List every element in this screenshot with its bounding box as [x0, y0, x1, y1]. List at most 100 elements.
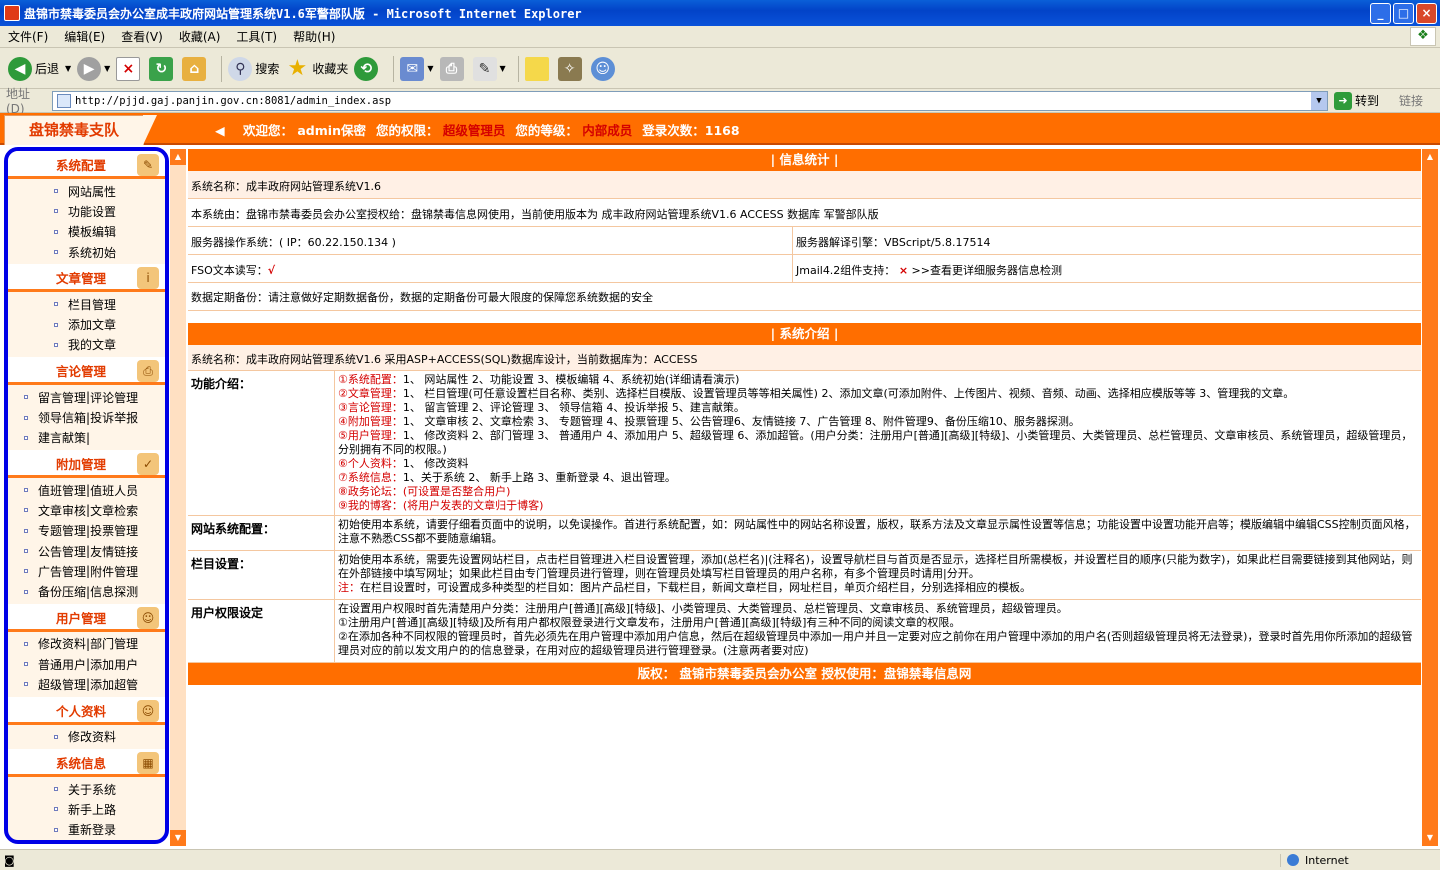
func-item-key: ②文章管理： [338, 387, 403, 400]
column-note: 在栏目设置时，可设置成多种类型的栏目如：图片产品栏目，下载栏目，新闻文章栏目，网… [360, 581, 1031, 594]
sidebar-section-header[interactable]: 个人资料 ☺ [8, 696, 165, 725]
edit-button[interactable]: ✎ ▼ [472, 56, 506, 81]
menu-edit[interactable]: 编辑(E) [56, 28, 113, 45]
sidebar-item: 添加文章 [8, 314, 165, 334]
refresh-button[interactable]: ↻ [149, 56, 176, 81]
main-scrollbar[interactable]: ▲ ▼ [1422, 149, 1438, 846]
sidebar-link[interactable]: 重新登录 [68, 821, 116, 838]
print-button[interactable]: ⎙ [439, 56, 467, 81]
sidebar-link[interactable]: 我的文章 [68, 336, 116, 353]
home-button[interactable]: ⌂ [182, 56, 209, 81]
sidebar-link[interactable]: 部门管理 [90, 635, 138, 652]
sidebar-link[interactable]: 文章检索 [90, 502, 138, 519]
sidebar-section-header[interactable]: 系统信息 ▦ [8, 748, 165, 777]
sidebar-link[interactable]: 投诉举报 [90, 409, 138, 426]
sidebar-section-header[interactable]: 文章管理 i [8, 264, 165, 293]
sidebar-item: 广告管理 | 附件管理 [8, 561, 165, 581]
scroll-up-icon[interactable]: ▲ [1422, 149, 1438, 165]
fso-label: FSO文本读写： [191, 264, 268, 277]
sidebar-link[interactable]: 领导信箱 [38, 409, 86, 426]
address-input[interactable]: http://pjjd.gaj.panjin.gov.cn:8081/admin… [52, 90, 1328, 111]
check-icon: ✓ [137, 452, 159, 475]
address-url[interactable]: http://pjjd.gaj.panjin.gov.cn:8081/admin… [75, 95, 1311, 107]
server-detail-link[interactable]: >>查看更详细服务器信息检测 [912, 264, 1062, 277]
sidebar-link[interactable]: 留言管理 [38, 389, 86, 406]
sidebar-link[interactable]: 广告管理 [38, 563, 86, 580]
sidebar-link[interactable]: 建言献策 [38, 429, 86, 446]
scroll-thumb[interactable] [170, 165, 186, 830]
sidebar-link[interactable]: 修改资料 [68, 728, 116, 745]
stats-components-row: FSO文本读写：√ Jmail4.2组件支持： × >>查看更详细服务器信息检测 [188, 255, 1421, 283]
back-button[interactable]: ◀ 后退 ▼ [8, 56, 71, 81]
func-item-key: ⑦系统信息： [338, 471, 403, 484]
forward-button[interactable]: ▶ ▼ [77, 56, 110, 81]
sidebar-link[interactable]: 栏目管理 [68, 296, 116, 313]
sidebar-link[interactable]: 信息探测 [90, 583, 138, 600]
scroll-up-icon[interactable]: ▲ [170, 149, 186, 165]
sidebar-link[interactable]: 网站属性 [68, 183, 116, 200]
sidebar-link[interactable]: 修改资料 [38, 635, 86, 652]
sidebar-link[interactable]: 附件管理 [90, 563, 138, 580]
menu-favorites[interactable]: 收藏(A) [171, 28, 229, 45]
grade-value: 内部成员 [582, 123, 633, 138]
sidebar-link[interactable]: 投票管理 [90, 522, 138, 539]
menu-view[interactable]: 查看(V) [113, 28, 171, 45]
intro-bar: | 系统介绍 | [188, 323, 1421, 345]
search-button[interactable]: ⚲ 搜索 [228, 56, 279, 81]
favorites-button[interactable]: ★ 收藏夹 [285, 56, 348, 81]
maximize-button[interactable]: □ [1393, 2, 1414, 24]
scroll-down-icon[interactable]: ▼ [1422, 830, 1438, 846]
history-button[interactable]: ⟲ [354, 56, 381, 81]
jmail-label: Jmail4.2组件支持： [796, 264, 896, 277]
sidebar-link[interactable]: 退出管理 [68, 841, 116, 844]
sidebar-link[interactable]: 评论管理 [90, 389, 138, 406]
func-item: ⑦系统信息：1、关于系统 2、 新手上路 3、重新登录 4、退出管理。 [338, 471, 1418, 485]
sidebar-section-header[interactable]: 言论管理 ⎙ [8, 357, 165, 386]
sidebar-section-header[interactable]: 系统配置 ✎ [8, 151, 165, 179]
sidebar-link[interactable]: 文章审核 [38, 502, 86, 519]
back-arrow-icon: ◀ [8, 56, 32, 81]
sidebar-link[interactable]: 友情链接 [90, 543, 138, 560]
sidebar-link[interactable]: 备份压缩 [38, 583, 86, 600]
messenger-button[interactable]: ☺ [590, 56, 618, 81]
go-button[interactable]: ➜ 转到 [1334, 91, 1379, 110]
back-arrow-icon[interactable]: ◀ [215, 123, 233, 138]
close-button[interactable]: × [1416, 2, 1437, 24]
sidebar-link[interactable]: 关于系统 [68, 781, 116, 798]
menu-file[interactable]: 文件(F) [0, 28, 56, 45]
sidebar-link[interactable]: 普通用户 [38, 656, 86, 673]
minimize-button[interactable]: _ [1370, 2, 1391, 24]
sidebar-link[interactable]: 值班人员 [90, 482, 138, 499]
sidebar-link[interactable]: 添加超管 [90, 676, 138, 693]
scroll-thumb[interactable] [1422, 165, 1438, 830]
sidebar-section-header[interactable]: 用户管理 ☺ [8, 603, 165, 632]
sidebar-link[interactable]: 新手上路 [68, 801, 116, 818]
sidebar-section: 系统配置 ✎ 网站属性功能设置模板编辑系统初始 [8, 151, 165, 264]
perm-value: 超级管理员 [442, 123, 506, 138]
sidebar-link[interactable]: 值班管理 [38, 482, 86, 499]
sidebar-section-header[interactable]: 附加管理 ✓ [8, 449, 165, 478]
sidebar-link[interactable]: 功能设置 [68, 203, 116, 220]
sidebar-scrollbar[interactable]: ▲ ▼ [170, 149, 186, 846]
sidebar-link[interactable]: 添加文章 [68, 316, 116, 333]
stats-bar: | 信息统计 | [188, 149, 1421, 171]
stats-server-row: 服务器操作系统：( IP：60.22.150.134 ) 服务器解译引擎：VBS… [188, 227, 1421, 255]
notes-button[interactable] [524, 56, 552, 81]
sidebar-link[interactable]: 添加用户 [90, 656, 138, 673]
sidebar-link[interactable]: 系统初始 [68, 244, 116, 261]
menu-help[interactable]: 帮助(H) [285, 28, 343, 45]
history-icon: ⟲ [354, 56, 379, 81]
address-dropdown-icon[interactable]: ▼ [1311, 91, 1327, 110]
sidebar-link[interactable]: 公告管理 [38, 543, 86, 560]
stop-button[interactable]: × [116, 56, 143, 81]
sidebar-link[interactable]: 超级管理 [38, 676, 86, 693]
sidebar-link[interactable]: 专题管理 [38, 522, 86, 539]
sidebar-link[interactable]: 模板编辑 [68, 223, 116, 240]
func-item: ⑤用户管理：1、 修改资料 2、部门管理 3、 普通用户 4、添加用户 5、超级… [338, 429, 1418, 457]
links-button[interactable]: 链接 [1399, 92, 1423, 109]
research-button[interactable]: ✧ [557, 56, 585, 81]
scroll-down-icon[interactable]: ▼ [170, 830, 186, 846]
search-icon: ⚲ [228, 56, 253, 81]
mail-button[interactable]: ✉ ▼ [400, 56, 434, 81]
menu-tools[interactable]: 工具(T) [228, 28, 285, 45]
